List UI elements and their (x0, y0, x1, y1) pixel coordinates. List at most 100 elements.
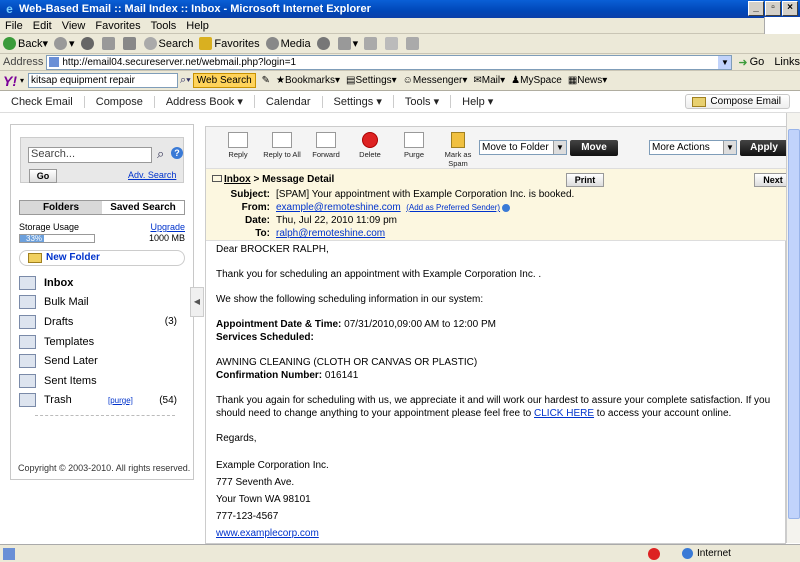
web-search-button[interactable]: Web Search (192, 73, 256, 88)
media-button[interactable]: Media (265, 37, 311, 50)
reply-button[interactable]: Reply (216, 132, 260, 159)
yahoo-menu-icon[interactable]: ▾ (20, 76, 24, 85)
add-preferred-sender-link[interactable]: (Add as Preferred Sender) (406, 203, 500, 212)
menu-favorites[interactable]: Favorites (95, 20, 140, 32)
maximize-button[interactable]: ▫ (765, 1, 781, 16)
breadcrumb-inbox-link[interactable]: Inbox (224, 174, 251, 185)
address-dropdown-icon[interactable]: ▼ (718, 55, 732, 69)
menu-file[interactable]: File (5, 20, 23, 32)
more-actions-select[interactable]: More Actions ▼ (649, 140, 737, 155)
subject-value: [SPAM] Your appointment with Example Cor… (276, 189, 575, 200)
menu-tools[interactable]: Tools (151, 20, 177, 32)
mail-button[interactable]: ▾ (337, 37, 358, 50)
purge-button[interactable]: Purge (392, 132, 436, 159)
body-paragraph: Thank you again for scheduling with us, … (216, 395, 771, 419)
adv-search-link[interactable]: Adv. Search (128, 170, 176, 180)
back-button[interactable]: Back ▾ (3, 37, 48, 50)
delete-button[interactable]: Delete (348, 132, 392, 159)
purge-link[interactable]: [purge] (108, 396, 133, 405)
to-link[interactable]: ralph@remoteshine.com (276, 228, 385, 239)
refresh-button[interactable] (101, 37, 117, 50)
search-go-button[interactable]: Go (29, 169, 57, 183)
menu-view[interactable]: View (62, 20, 86, 32)
print-message-button[interactable]: Print (566, 173, 604, 187)
nav-tools[interactable]: Tools ▾ (394, 95, 452, 108)
nav-check-email[interactable]: Check Email (0, 95, 85, 108)
collapse-sidebar-button[interactable]: ◀ (190, 287, 204, 317)
help-icon[interactable]: ? (171, 147, 183, 159)
sidebar: Search... ⌕ ? Go Adv. Search Folders Sav… (10, 124, 194, 480)
bookmarks-button[interactable]: ★ Bookmarks ▾ (276, 75, 340, 86)
address-input[interactable]: http://email04.secureserver.net/webmail.… (46, 54, 733, 70)
history-button[interactable] (316, 37, 332, 50)
nav-help[interactable]: Help ▾ (451, 95, 504, 108)
folder-templates[interactable]: Templates (19, 332, 185, 352)
body-paragraph: Thank you for scheduling an appointment … (216, 269, 542, 280)
message-panel: Reply Reply to All Forward Delete Purge … (205, 126, 792, 544)
drafts-count: (3) (164, 316, 177, 328)
links-button[interactable]: Links (774, 56, 800, 68)
nav-calendar[interactable]: Calendar (255, 95, 323, 108)
settings-button[interactable]: ▤ Settings ▾ (346, 75, 397, 86)
nav-settings[interactable]: Settings ▾ (323, 95, 394, 108)
folder-sent-items[interactable]: Sent Items (19, 371, 185, 391)
upgrade-link[interactable]: Upgrade (150, 222, 185, 232)
mail-button-yahoo[interactable]: ✉ Mail ▾ (473, 75, 505, 86)
apply-button[interactable]: Apply (740, 140, 788, 156)
menu-edit[interactable]: Edit (33, 20, 52, 32)
folder-send-later[interactable]: Send Later (19, 351, 185, 371)
stop-button[interactable] (80, 37, 96, 50)
browser-toolbar: Back ▾ ▾ Search Favorites Media ▾ (0, 34, 800, 54)
move-to-folder-select[interactable]: Move to Folder ▼ (479, 140, 567, 155)
news-button[interactable]: ▦ News ▾ (568, 75, 608, 86)
search-button[interactable]: Search (143, 37, 193, 50)
print-button[interactable] (364, 37, 379, 50)
website-link[interactable]: www.examplecorp.com (216, 525, 776, 542)
info-icon[interactable] (502, 203, 511, 212)
favorites-button[interactable]: Favorites (199, 37, 260, 50)
scrollbar-thumb[interactable] (788, 129, 800, 519)
folder-drafts[interactable]: Drafts (3) (19, 312, 185, 332)
from-link[interactable]: example@remoteshine.com (276, 202, 401, 213)
services-label: Services Scheduled: (216, 332, 314, 343)
folder-trash[interactable]: Trash [purge] (54) (19, 391, 185, 411)
body-paragraph: We show the following scheduling informa… (216, 294, 484, 305)
move-button[interactable]: Move (570, 140, 618, 156)
stop-icon (80, 37, 94, 50)
copyright: Copyright © 2003-2010. All rights reserv… (18, 463, 191, 473)
highlight-pen-icon[interactable]: ✎ (262, 75, 270, 86)
compose-email-button[interactable]: Compose Email (685, 94, 790, 109)
minimize-button[interactable]: _ (748, 1, 764, 16)
myspace-button[interactable]: ♟ MySpace (511, 75, 562, 86)
nav-address-book[interactable]: Address Book ▾ (155, 95, 255, 108)
close-button[interactable]: × (782, 1, 798, 16)
search-glass-icon[interactable]: ⌕▾ (180, 74, 191, 87)
mail-search-input[interactable]: Search... (28, 147, 152, 163)
folder-bulk-mail[interactable]: Bulk Mail (19, 293, 185, 313)
new-folder-button[interactable]: New Folder (19, 250, 185, 266)
yahoo-search-input[interactable]: kitsap equipment repair (28, 73, 179, 88)
folder-inbox[interactable]: Inbox (19, 273, 185, 293)
nav-compose[interactable]: Compose (85, 95, 155, 108)
forward-button-mail[interactable]: Forward (304, 132, 348, 159)
service-line: AWNING CLEANING (CLOTH OR CANVAS OR PLAS… (216, 357, 478, 368)
discuss-button[interactable] (406, 37, 421, 50)
tab-folders[interactable]: Folders (20, 201, 102, 214)
address-bar: Address http://email04.secureserver.net/… (0, 54, 800, 71)
page-scrollbar[interactable] (786, 113, 800, 543)
forward-button[interactable]: ▾ (54, 37, 75, 50)
home-button[interactable] (122, 37, 138, 50)
reply-all-button[interactable]: Reply to All (260, 132, 304, 159)
click-here-link[interactable]: CLICK HERE (534, 408, 594, 419)
edit-button[interactable] (385, 37, 400, 50)
yahoo-logo[interactable]: Y! (3, 73, 17, 89)
mark-spam-button[interactable]: Mark as Spam (436, 132, 480, 168)
print-icon (364, 37, 378, 50)
greeting: Dear BROCKER RALPH, (216, 244, 329, 255)
menu-help[interactable]: Help (186, 20, 209, 32)
search-icon[interactable]: ⌕ (157, 146, 164, 162)
tab-saved-search[interactable]: Saved Search (102, 201, 184, 214)
go-button[interactable]: ➜ Go (738, 56, 764, 69)
inbox-icon (19, 275, 36, 290)
messenger-button[interactable]: ☺ Messenger ▾ (403, 75, 468, 86)
